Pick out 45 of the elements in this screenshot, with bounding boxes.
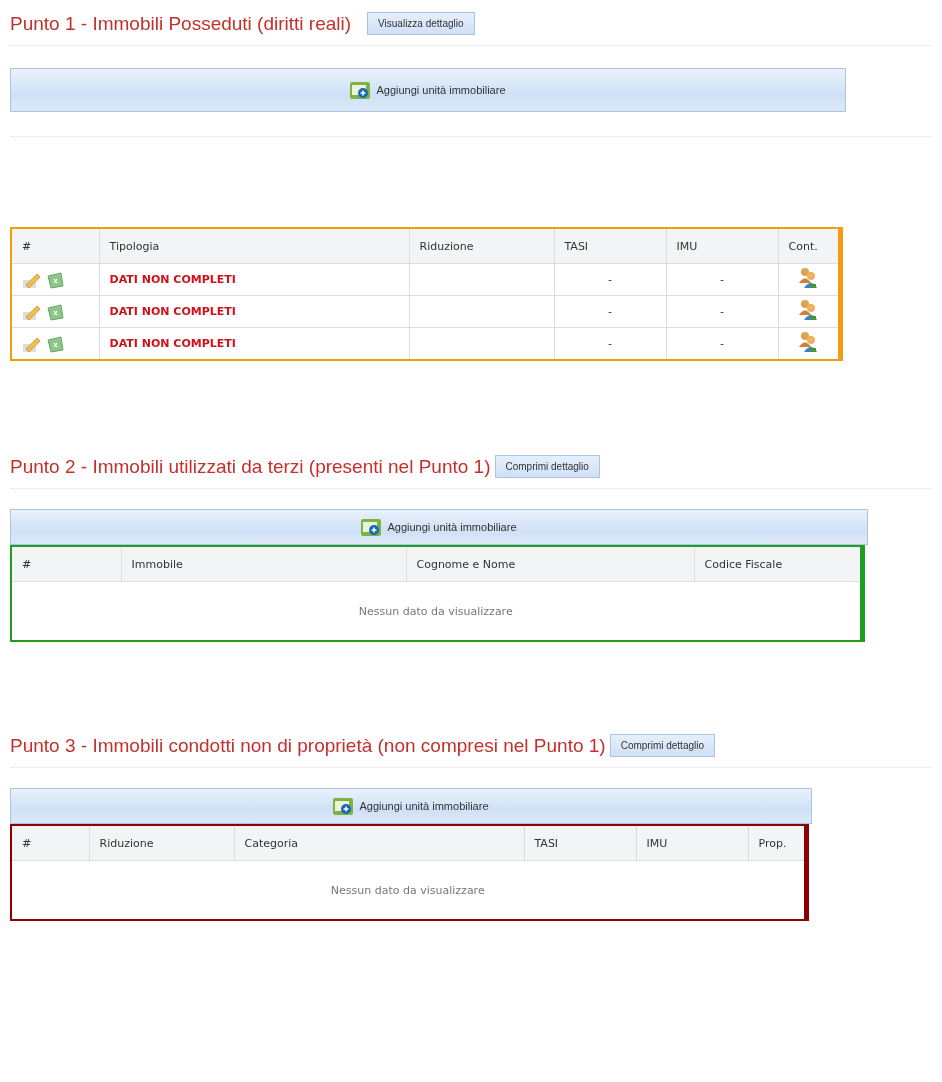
column-header: Categoria xyxy=(234,825,524,861)
column-header: Prop. xyxy=(748,825,806,861)
people-icon[interactable] xyxy=(798,331,818,353)
table-cell: - xyxy=(720,273,724,286)
column-header: Tipologia xyxy=(99,228,409,264)
add-unit-button[interactable]: Aggiungi unità immobiliare xyxy=(10,68,846,112)
column-header: TASI xyxy=(524,825,636,861)
trash-icon[interactable] xyxy=(46,270,64,289)
column-header: IMU xyxy=(666,228,778,264)
add-unit-button[interactable]: Aggiungi unità immobiliare xyxy=(10,509,868,545)
table-cell: - xyxy=(608,305,612,318)
section-title: Punto 2 - Immobili utilizzati da terzi (presenti nel Punto 1) xyxy=(10,455,491,478)
section-title: Punto 3 - Immobili condotti non di proprietà (non compresi nel Punto 1) xyxy=(10,734,606,757)
column-header: Riduzione xyxy=(409,228,554,264)
column-header: Immobile xyxy=(121,546,406,582)
column-header: IMU xyxy=(636,825,748,861)
trash-icon[interactable] xyxy=(46,302,64,321)
table-cell: - xyxy=(720,305,724,318)
column-header: Cognome e Nome xyxy=(406,546,694,582)
table-cell: DATI NON COMPLETI xyxy=(109,305,236,318)
section-title: Punto 1 - Immobili Posseduti (diritti reali) xyxy=(10,12,352,35)
table-cell: - xyxy=(608,337,612,350)
folder-add-icon xyxy=(333,797,354,815)
column-header: TASI xyxy=(554,228,666,264)
trash-icon[interactable] xyxy=(46,334,64,353)
add-unit-button[interactable]: Aggiungi unità immobiliare xyxy=(10,788,812,824)
table-cell: - xyxy=(720,337,724,350)
table-cell: DATI NON COMPLETI xyxy=(109,273,236,286)
table-cell: DATI NON COMPLETI xyxy=(109,337,236,350)
table-cell: - xyxy=(608,273,612,286)
column-header: # xyxy=(11,546,121,582)
empty-message: Nessun dato da visualizzare xyxy=(358,604,513,618)
toggle-detail-button[interactable]: Comprimi dettaglio xyxy=(609,734,716,757)
toggle-detail-button[interactable]: Visualizza dettaglio xyxy=(367,12,475,35)
column-header: Riduzione xyxy=(89,825,234,861)
column-header: Cont. xyxy=(778,228,840,264)
folder-add-icon xyxy=(350,81,371,99)
column-header: # xyxy=(11,825,89,861)
people-icon[interactable] xyxy=(798,267,818,289)
column-header: # xyxy=(11,228,99,264)
empty-message: Nessun dato da visualizzare xyxy=(330,883,485,897)
folder-add-icon xyxy=(361,518,382,536)
toggle-detail-button[interactable]: Comprimi dettaglio xyxy=(494,455,600,478)
people-icon[interactable] xyxy=(798,299,818,321)
column-header: Codice Fiscale xyxy=(694,546,862,582)
